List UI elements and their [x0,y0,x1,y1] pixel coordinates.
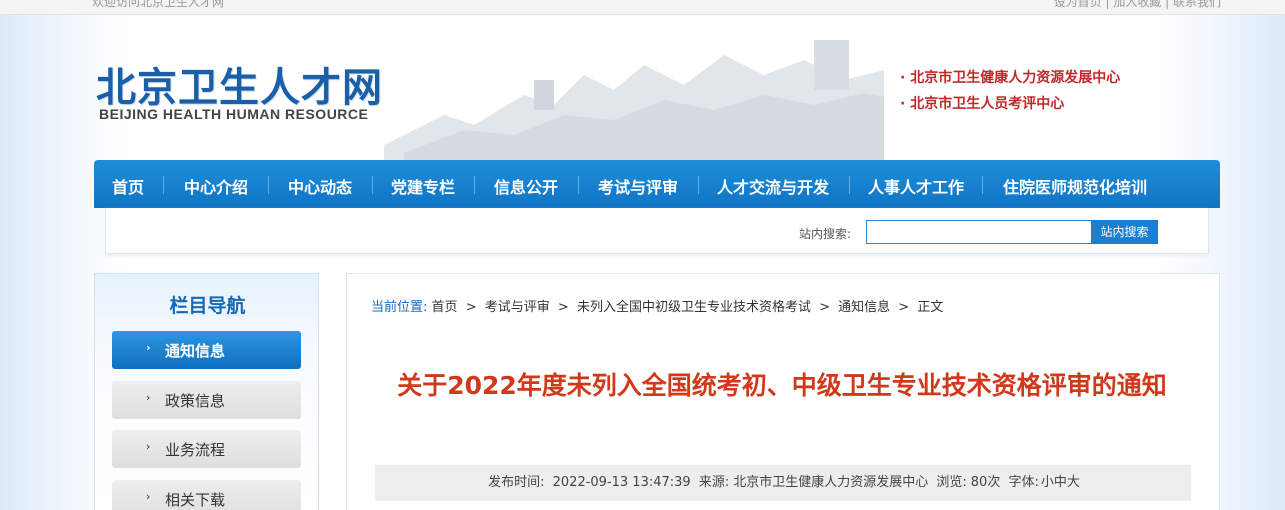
search-button[interactable]: 站内搜索 [1091,220,1158,244]
publish-time: 2022-09-13 13:47:39 [552,475,691,490]
sidebar-title: 栏目导航 [169,295,246,317]
nav-divider [163,176,164,194]
site-header: 北京卫生人才网 BEIJING HEALTH HUMAN RESOURCE · … [94,15,1220,160]
view-count: 80次 [970,475,1001,490]
breadcrumb: 当前位置: 首页 > 考试与评审 > 未列入全国中初级卫生专业技术资格考试 > … [371,296,943,315]
nav-item-party[interactable]: 党建专栏 [391,174,455,198]
source: 北京市卫生健康人力资源发展中心 [733,475,929,490]
chevron-right-icon: › [146,440,151,453]
sidebar-item-label: 政策信息 [165,392,226,410]
font-size-small[interactable]: 小 [1041,475,1054,490]
nav-divider [474,176,475,194]
chevron-right-icon: › [146,391,151,404]
font-size-large[interactable]: 大 [1067,475,1080,490]
publish-time-label: 发布时间: [488,475,545,490]
site-logo-english: BEIJING HEALTH HUMAN RESOURCE [99,106,369,122]
sidebar-item-policies[interactable]: › 政策信息 [112,381,301,419]
sidebar-item-label: 相关下载 [165,491,226,509]
search-input[interactable] [866,220,1092,244]
sidebar-item-label: 业务流程 [165,441,226,459]
nav-divider [372,176,373,194]
nav-divider [578,176,579,194]
breadcrumb-current: 正文 [917,300,944,315]
sidebar-item-process[interactable]: › 业务流程 [112,430,301,468]
source-label: 来源: [698,475,730,490]
nav-divider [268,176,269,194]
org-link-evaluation-center[interactable]: · 北京市卫生人员考评中心 [900,91,1120,117]
breadcrumb-separator: > [819,300,830,315]
main-nav: 首页 中心介绍 中心动态 党建专栏 信息公开 考试与评审 人才交流与开发 人事人… [94,160,1220,208]
site-search-bar: 站内搜索: 站内搜索 [105,208,1209,254]
sidebar-item-notices[interactable]: › 通知信息 [112,331,301,369]
sidebar-item-label: 通知信息 [165,342,226,360]
sidebar: 栏目导航 › 通知信息 › 政策信息 › 业务流程 › 相关下载 [94,273,319,510]
breadcrumb-separator: > [557,300,569,315]
breadcrumb-link-notices[interactable]: 通知信息 [838,300,890,315]
nav-item-talent-exchange[interactable]: 人才交流与开发 [717,174,829,198]
sidebar-item-downloads[interactable]: › 相关下载 [112,480,301,510]
breadcrumb-link-exams[interactable]: 考试与评审 [485,300,550,315]
nav-item-about[interactable]: 中心介绍 [184,174,248,198]
nav-divider [849,176,850,194]
nav-item-disclosure[interactable]: 信息公开 [494,174,558,198]
article-meta: 发布时间: 2022-09-13 13:47:39 来源: 北京市卫生健康人力资源… [375,465,1191,501]
nav-item-exams[interactable]: 考试与评审 [598,174,678,198]
welcome-text: 欢迎访问北京卫生人才网 [92,0,225,9]
organization-links: · 北京市卫生健康人力资源发展中心 · 北京市卫生人员考评中心 [900,65,1120,117]
font-size-medium[interactable]: 中 [1054,475,1067,490]
nav-item-home[interactable]: 首页 [112,174,144,198]
font-size-label: 字体: [1008,475,1039,490]
nav-divider [982,176,983,194]
chevron-right-icon: › [146,341,151,354]
views-label: 浏览: [936,475,967,490]
top-bar: 欢迎访问北京卫生人才网 设为首页 | 加入收藏 | 联系我们 [0,0,1285,15]
article-title: 关于2022年度未列入全国统考初、中级卫生专业技术资格评审的通知 [397,371,1167,400]
breadcrumb-separator: > [465,300,477,315]
great-wall-banner-image [384,40,884,160]
org-link-hr-center[interactable]: · 北京市卫生健康人力资源发展中心 [900,65,1120,91]
nav-divider [698,176,699,194]
breadcrumb-prefix: 当前位置: [371,300,428,315]
breadcrumb-link-home[interactable]: 首页 [432,300,458,315]
site-logo[interactable]: 北京卫生人才网 [96,55,383,113]
top-links[interactable]: 设为首页 | 加入收藏 | 联系我们 [1054,0,1221,10]
breadcrumb-link-category[interactable]: 未列入全国中初级卫生专业技术资格考试 [577,300,811,315]
breadcrumb-separator: > [898,300,910,315]
nav-item-residency-training[interactable]: 住院医师规范化培训 [1003,174,1147,198]
search-label: 站内搜索: [799,227,852,241]
nav-item-hr-work[interactable]: 人事人才工作 [868,174,964,198]
nav-item-news[interactable]: 中心动态 [288,174,352,198]
chevron-right-icon: › [146,490,151,503]
article-panel: 当前位置: 首页 > 考试与评审 > 未列入全国中初级卫生专业技术资格考试 > … [346,273,1220,510]
